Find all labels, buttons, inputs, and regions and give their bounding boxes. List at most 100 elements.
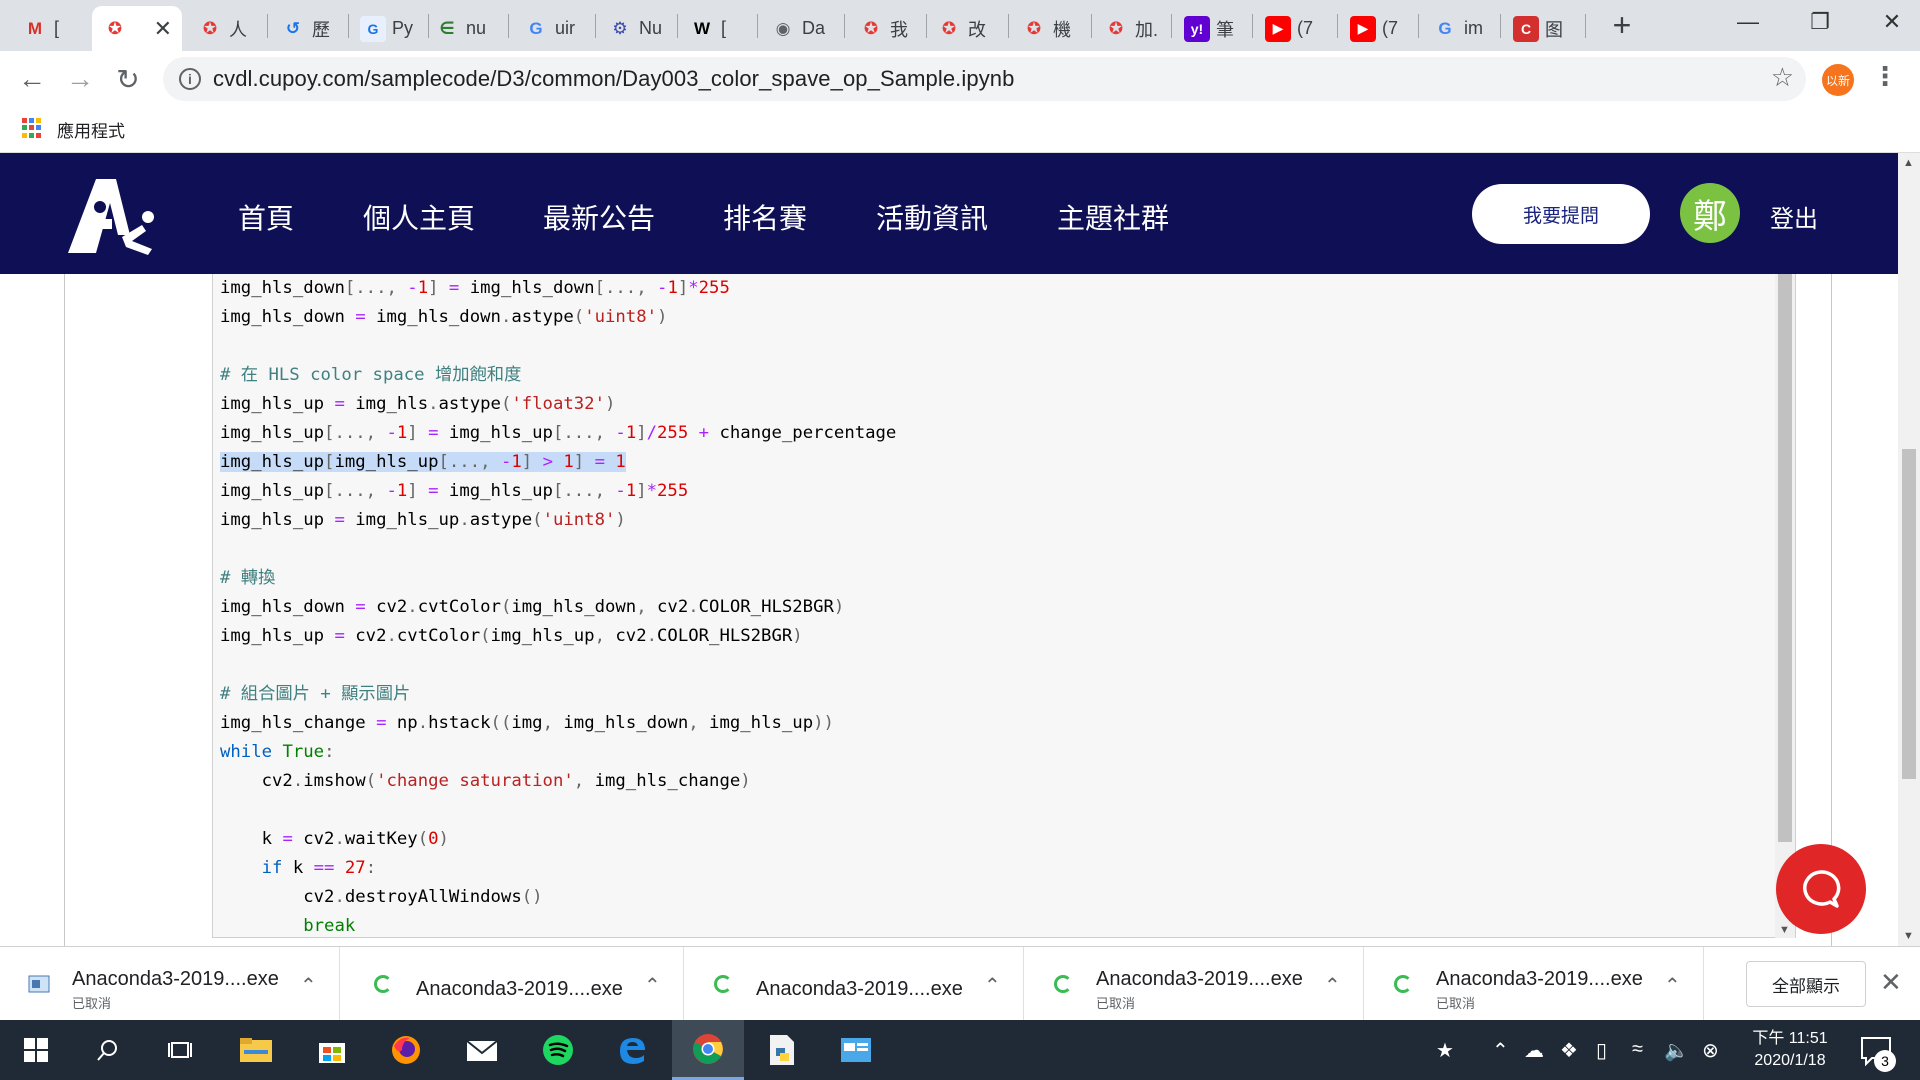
ask-question-button[interactable]: 我要提問: [1472, 184, 1650, 244]
browser-tab[interactable]: ✪ 人: [187, 6, 265, 51]
wifi-icon[interactable]: ≈: [1632, 1038, 1643, 1061]
code-line[interactable]: # 組合圖片 + 顯示圖片: [220, 680, 896, 709]
page-scrollbar-thumb[interactable]: [1902, 449, 1916, 779]
reload-button[interactable]: ↻: [108, 59, 148, 99]
browser-tab[interactable]: ↺ 歷: [270, 6, 346, 51]
taskbar-edge[interactable]: [596, 1020, 668, 1080]
download-item[interactable]: Anaconda3-2019....exe ⌃: [684, 947, 1024, 1021]
browser-tab[interactable]: ∈ nu: [424, 6, 506, 51]
window-close-button[interactable]: ✕: [1856, 0, 1920, 44]
download-item[interactable]: Anaconda3-2019....exe 已取消 ⌃: [1364, 947, 1704, 1021]
chevron-up-icon[interactable]: ⌃: [1664, 973, 1681, 998]
browser-tab[interactable]: ⚙ Nu: [597, 6, 675, 51]
code-line[interactable]: cv2.imshow('change saturation', img_hls_…: [220, 767, 896, 796]
search-button[interactable]: [72, 1020, 144, 1080]
code-line[interactable]: cv2.destroyAllWindows(): [220, 883, 896, 912]
logout-link[interactable]: 登出: [1770, 199, 1818, 234]
code-scrollbar[interactable]: ▼: [1775, 274, 1795, 938]
browser-tab[interactable]: W[: [679, 6, 755, 51]
code-line[interactable]: [220, 796, 896, 825]
browser-tab[interactable]: ✪ 改: [926, 6, 1006, 51]
apps-grid-icon[interactable]: [22, 118, 42, 138]
code-line[interactable]: img_hls_change = np.hstack((img, img_hls…: [220, 709, 896, 738]
code-line[interactable]: [220, 651, 896, 680]
restore-button[interactable]: ❐: [1784, 0, 1856, 44]
code-line[interactable]: img_hls_down = cv2.cvtColor(img_hls_down…: [220, 593, 896, 622]
code-line[interactable]: # 轉換: [220, 564, 896, 593]
browser-tab[interactable]: Gim: [1422, 6, 1498, 51]
back-button[interactable]: ←: [12, 59, 52, 99]
profile-avatar[interactable]: 以新: [1822, 64, 1854, 96]
taskbar-firefox[interactable]: [370, 1020, 442, 1080]
user-avatar[interactable]: 鄭: [1680, 183, 1740, 243]
browser-tab[interactable]: ✪ 加.: [1093, 6, 1169, 51]
code-block[interactable]: img_hls_down[..., -1] = img_hls_down[...…: [220, 274, 896, 941]
browser-tab[interactable]: ▶ (7: [1255, 6, 1335, 51]
people-icon[interactable]: ★: [1436, 1038, 1454, 1063]
nav-item[interactable]: 排名賽: [723, 197, 807, 237]
nav-item[interactable]: 最新公告: [543, 197, 655, 237]
code-line[interactable]: img_hls_up[..., -1] = img_hls_up[..., -1…: [220, 419, 896, 448]
close-download-shelf-icon[interactable]: ✕: [1880, 967, 1902, 998]
chevron-up-icon[interactable]: ⌃: [1324, 973, 1341, 998]
onedrive-cloud-icon[interactable]: ☁: [1524, 1038, 1544, 1063]
selected-text[interactable]: img_hls_up[img_hls_up[..., -1] > 1] = 1: [220, 452, 626, 472]
taskbar-file-explorer[interactable]: [220, 1020, 292, 1080]
browser-tab[interactable]: ✪ 機: [1011, 6, 1089, 51]
info-icon[interactable]: i: [179, 68, 201, 90]
download-item[interactable]: Anaconda3-2019....exe 已取消 ⌃: [1024, 947, 1364, 1021]
tab-close-icon[interactable]: ✕: [154, 16, 172, 42]
browser-tab[interactable]: Guir: [513, 6, 593, 51]
chat-button[interactable]: [1776, 844, 1866, 934]
nav-item[interactable]: 個人主頁: [363, 197, 475, 237]
system-clock[interactable]: 下午 11:51 2020/1/18: [1735, 1028, 1845, 1072]
show-all-downloads-button[interactable]: 全部顯示: [1746, 961, 1866, 1007]
code-line[interactable]: [220, 535, 896, 564]
page-scrollbar[interactable]: ▲ ▼: [1898, 153, 1920, 946]
nav-item[interactable]: 主題社群: [1057, 197, 1169, 237]
code-line[interactable]: img_hls_up[..., -1] = img_hls_up[..., -1…: [220, 477, 896, 506]
code-line[interactable]: # 在 HLS color space 增加飽和度: [220, 361, 896, 390]
code-line[interactable]: break: [220, 912, 896, 941]
taskbar-chrome[interactable]: [672, 1020, 744, 1080]
input-method-icon[interactable]: ⊗: [1702, 1038, 1719, 1063]
address-bar[interactable]: i cvdl.cupoy.com/samplecode/D3/common/Da…: [163, 57, 1806, 101]
chevron-up-icon[interactable]: ⌃: [300, 973, 317, 998]
browser-tab[interactable]: ◉ Da: [760, 6, 842, 51]
new-tab-button[interactable]: +: [1603, 6, 1641, 44]
code-line[interactable]: while True:: [220, 738, 896, 767]
taskbar-mail[interactable]: [446, 1020, 518, 1080]
chevron-up-icon[interactable]: ⌃: [644, 973, 661, 998]
chevron-up-icon[interactable]: ⌃: [984, 973, 1001, 998]
browser-tab[interactable]: C图: [1503, 6, 1583, 51]
browser-tab[interactable]: y! 筆: [1174, 6, 1250, 51]
nav-item[interactable]: 活動資訊: [876, 197, 988, 237]
browser-tab[interactable]: ✪ 我: [848, 6, 924, 51]
battery-icon[interactable]: ▯: [1596, 1038, 1607, 1063]
code-line[interactable]: img_hls_up = img_hls_up.astype('uint8'): [220, 506, 896, 535]
bookmark-star-icon[interactable]: ☆: [1771, 62, 1794, 93]
taskbar-spotify[interactable]: [522, 1020, 594, 1080]
browser-tab[interactable]: G Py: [350, 6, 426, 51]
download-item[interactable]: Anaconda3-2019....exe ⌃: [344, 947, 684, 1021]
code-line[interactable]: if k == 27:: [220, 854, 896, 883]
code-scrollbar-thumb[interactable]: [1778, 274, 1792, 842]
url-text[interactable]: cvdl.cupoy.com/samplecode/D3/common/Day0…: [213, 66, 1014, 92]
browser-menu-icon[interactable]: ⋮: [1872, 61, 1898, 92]
code-line[interactable]: img_hls_up = cv2.cvtColor(img_hls_up, cv…: [220, 622, 896, 651]
code-line[interactable]: img_hls_up[img_hls_up[..., -1] > 1] = 1: [220, 448, 896, 477]
code-line[interactable]: img_hls_down[..., -1] = img_hls_down[...…: [220, 274, 896, 303]
code-line[interactable]: k = cv2.waitKey(0): [220, 825, 896, 854]
code-line[interactable]: img_hls_up = img_hls.astype('float32'): [220, 390, 896, 419]
dropbox-icon[interactable]: ❖: [1560, 1038, 1578, 1063]
volume-icon[interactable]: 🔈: [1664, 1038, 1689, 1063]
browser-tab[interactable]: ✪ ✕: [92, 6, 182, 51]
nav-item[interactable]: 首頁: [238, 197, 294, 237]
browser-tab[interactable]: ▶ (7: [1340, 6, 1416, 51]
task-view-button[interactable]: [144, 1020, 216, 1080]
code-scroll-down-icon[interactable]: ▼: [1779, 924, 1790, 936]
scroll-up-icon[interactable]: ▲: [1903, 157, 1914, 169]
code-line[interactable]: [220, 332, 896, 361]
minimize-button[interactable]: —: [1712, 0, 1784, 44]
taskbar-store[interactable]: [296, 1020, 368, 1080]
